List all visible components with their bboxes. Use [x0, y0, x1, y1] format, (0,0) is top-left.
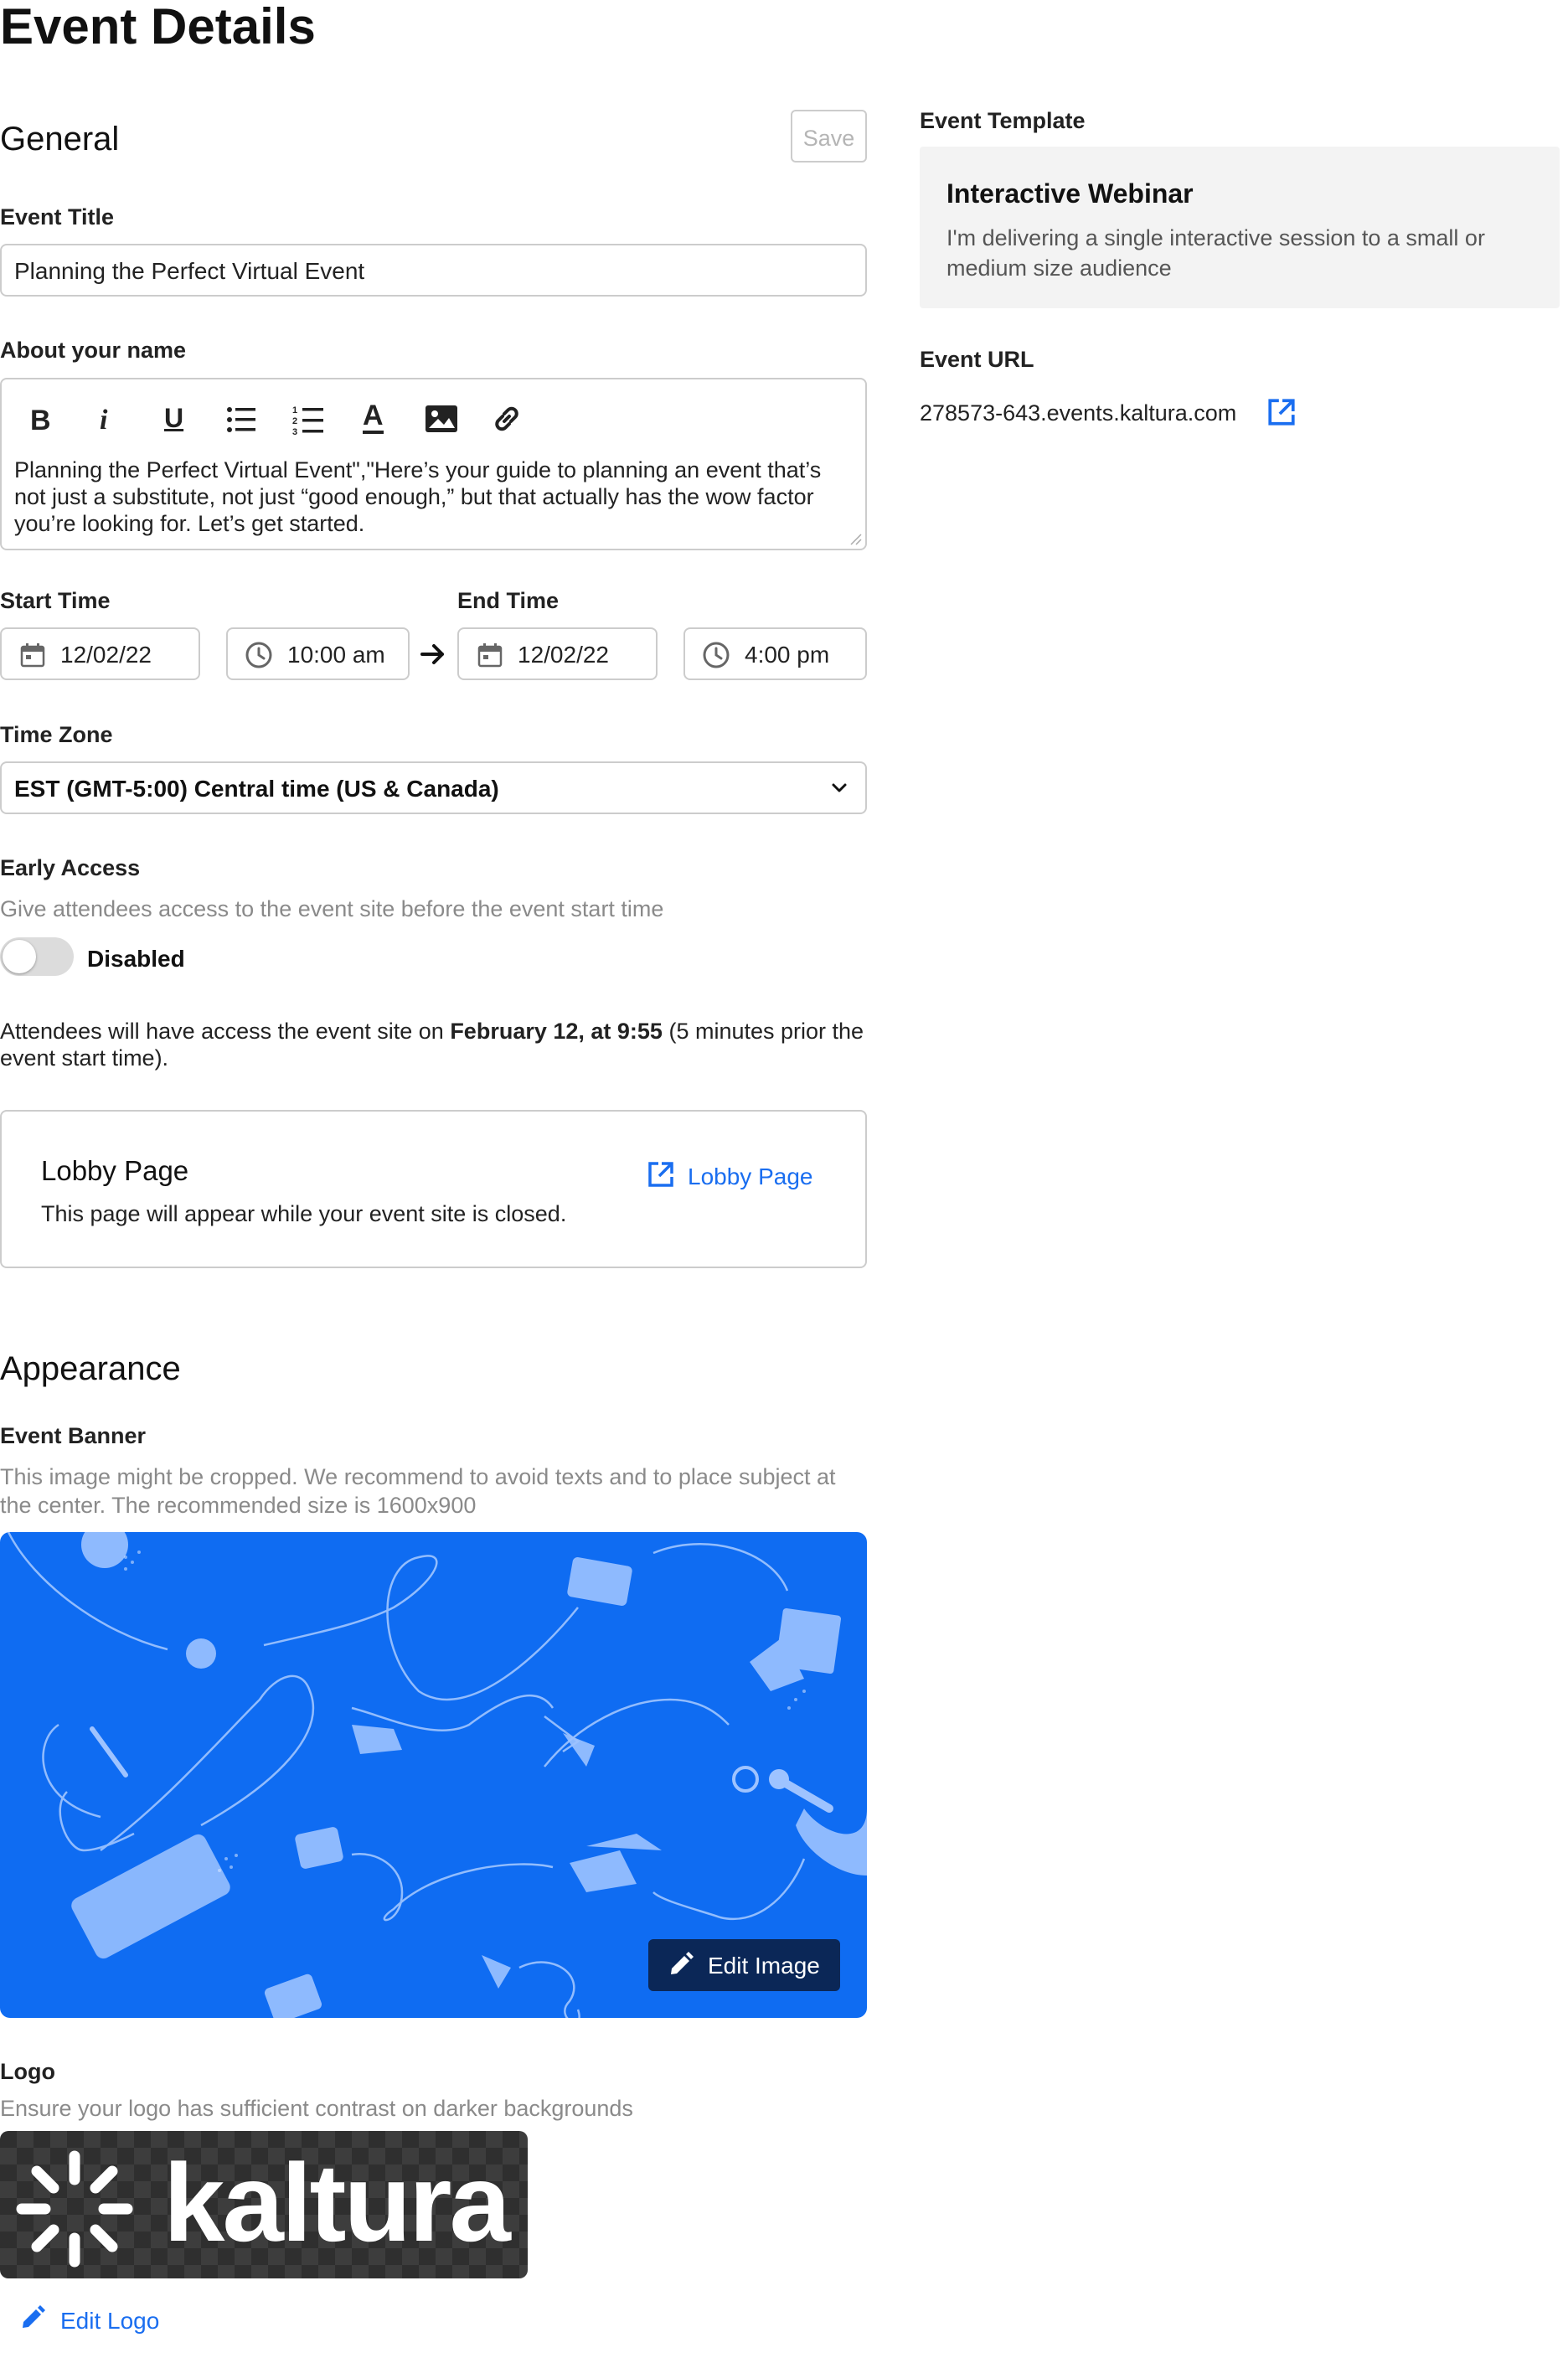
- access-note-prefix: Attendees will have access the event sit…: [0, 1019, 451, 1044]
- lobby-page-link-label: Lobby Page: [688, 1164, 813, 1189]
- chevron-down-icon: [832, 783, 847, 792]
- underline-icon[interactable]: U: [164, 403, 183, 434]
- time-zone-value: EST (GMT-5:00) Central time (US & Canada…: [14, 776, 499, 802]
- link-icon[interactable]: [491, 403, 523, 435]
- appearance-heading: Appearance: [0, 1350, 181, 1387]
- start-date-value: 12/02/22: [60, 642, 152, 668]
- early-access-label: Early Access: [0, 855, 141, 880]
- external-link-icon: [648, 1162, 673, 1187]
- early-access-toggle[interactable]: [0, 937, 74, 976]
- logo-preview: kaltura: [0, 2131, 528, 2278]
- save-button-label: Save: [802, 126, 855, 151]
- end-date-input[interactable]: 12/02/22: [457, 627, 658, 680]
- external-link-icon[interactable]: [1266, 397, 1297, 427]
- about-text-line: Planning the Perfect Virtual Event","Her…: [14, 457, 822, 482]
- end-date-value: 12/02/22: [518, 642, 609, 668]
- pencil-icon: [671, 1952, 694, 1974]
- toggle-label: Disabled: [87, 946, 185, 972]
- about-text-line: you’re looking for. Let’s get started.: [14, 511, 365, 536]
- page-title: Event Details: [0, 0, 316, 54]
- time-zone-label: Time Zone: [0, 722, 113, 747]
- edit-image-label: Edit Image: [708, 1953, 820, 1979]
- event-template-card[interactable]: Interactive Webinar I'm delivering a sin…: [920, 147, 1560, 308]
- template-description-line: medium size audience: [946, 255, 1172, 281]
- event-url-value: 278573-643.events.kaltura.com: [920, 400, 1237, 426]
- about-text: Planning the Perfect Virtual Event","Her…: [14, 457, 821, 537]
- general-heading: General: [0, 121, 120, 157]
- pencil-icon: [23, 2305, 45, 2328]
- resize-handle-icon[interactable]: [848, 532, 862, 545]
- kaltura-logo-icon: [16, 2150, 133, 2268]
- text-color-icon[interactable]: A: [363, 400, 384, 434]
- italic-icon[interactable]: i: [100, 405, 107, 436]
- access-note-line2: event start time).: [0, 1045, 169, 1071]
- event-title-input[interactable]: Planning the Perfect Virtual Event: [0, 244, 867, 297]
- logo-wordmark: kaltura: [163, 2141, 511, 2264]
- lobby-card: Lobby Page This page will appear while y…: [0, 1110, 867, 1268]
- logo-label: Logo: [0, 2059, 55, 2084]
- start-date-input[interactable]: 12/02/22: [0, 627, 200, 680]
- template-description-line: I'm delivering a single interactive sess…: [946, 225, 1485, 250]
- event-template-label: Event Template: [920, 108, 1086, 133]
- banner-description-line: This image might be cropped. We recommen…: [0, 1464, 836, 1489]
- event-banner-label: Event Banner: [0, 1423, 147, 1448]
- access-note: Attendees will have access the event sit…: [0, 1018, 871, 1071]
- edit-logo-label: Edit Logo: [60, 2308, 160, 2334]
- event-title-value: Planning the Perfect Virtual Event: [14, 258, 365, 284]
- start-time-input[interactable]: 10:00 am: [226, 627, 410, 680]
- event-title-label: Event Title: [0, 204, 115, 230]
- start-time-label: Start Time: [0, 588, 111, 613]
- about-label: About your name: [0, 338, 187, 363]
- arrow-right-icon: [420, 644, 444, 664]
- toggle-knob: [3, 940, 36, 973]
- access-note-date: February 12, at 9:55: [450, 1019, 663, 1044]
- end-time-value: 4:00 pm: [745, 642, 830, 668]
- end-time-label: End Time: [457, 588, 560, 613]
- event-banner-description: This image might be cropped. We recommen…: [0, 1463, 836, 1520]
- access-note-suffix: (5 minutes prior the: [662, 1019, 864, 1044]
- event-banner-image: Edit Image: [0, 1532, 867, 2018]
- svg-text:3: 3: [292, 427, 297, 436]
- image-icon[interactable]: [425, 405, 458, 433]
- clock-icon: [245, 642, 272, 668]
- template-title: Interactive Webinar: [946, 178, 1194, 209]
- calendar-icon: [477, 643, 503, 668]
- lobby-title: Lobby Page: [41, 1155, 189, 1186]
- svg-text:1: 1: [292, 405, 297, 415]
- about-text-line: not just a substitute, not just “good en…: [14, 484, 814, 509]
- start-time-value: 10:00 am: [287, 642, 385, 668]
- lobby-description: This page will appear while your event s…: [41, 1201, 567, 1226]
- early-access-description: Give attendees access to the event site …: [0, 896, 664, 921]
- logo-description: Ensure your logo has sufficient contrast…: [0, 2096, 633, 2121]
- edit-image-button[interactable]: Edit Image: [648, 1939, 840, 1991]
- end-time-input[interactable]: 4:00 pm: [683, 627, 867, 680]
- clock-icon: [703, 642, 730, 668]
- event-url-label: Event URL: [920, 347, 1034, 372]
- banner-description-line: the center. The recommended size is 1600…: [0, 1493, 477, 1518]
- time-zone-select[interactable]: EST (GMT-5:00) Central time (US & Canada…: [0, 761, 867, 814]
- calendar-icon: [20, 643, 45, 668]
- svg-text:2: 2: [292, 416, 297, 426]
- numbered-list-icon[interactable]: 1 2 3: [292, 405, 324, 436]
- bold-icon[interactable]: B: [30, 405, 51, 437]
- about-editor[interactable]: B i U 1 2 3 A Planning the Perfect Virtu…: [0, 378, 867, 550]
- template-description: I'm delivering a single interactive sess…: [946, 223, 1485, 283]
- save-button[interactable]: Save: [791, 110, 867, 163]
- bulleted-list-icon[interactable]: [226, 405, 256, 435]
